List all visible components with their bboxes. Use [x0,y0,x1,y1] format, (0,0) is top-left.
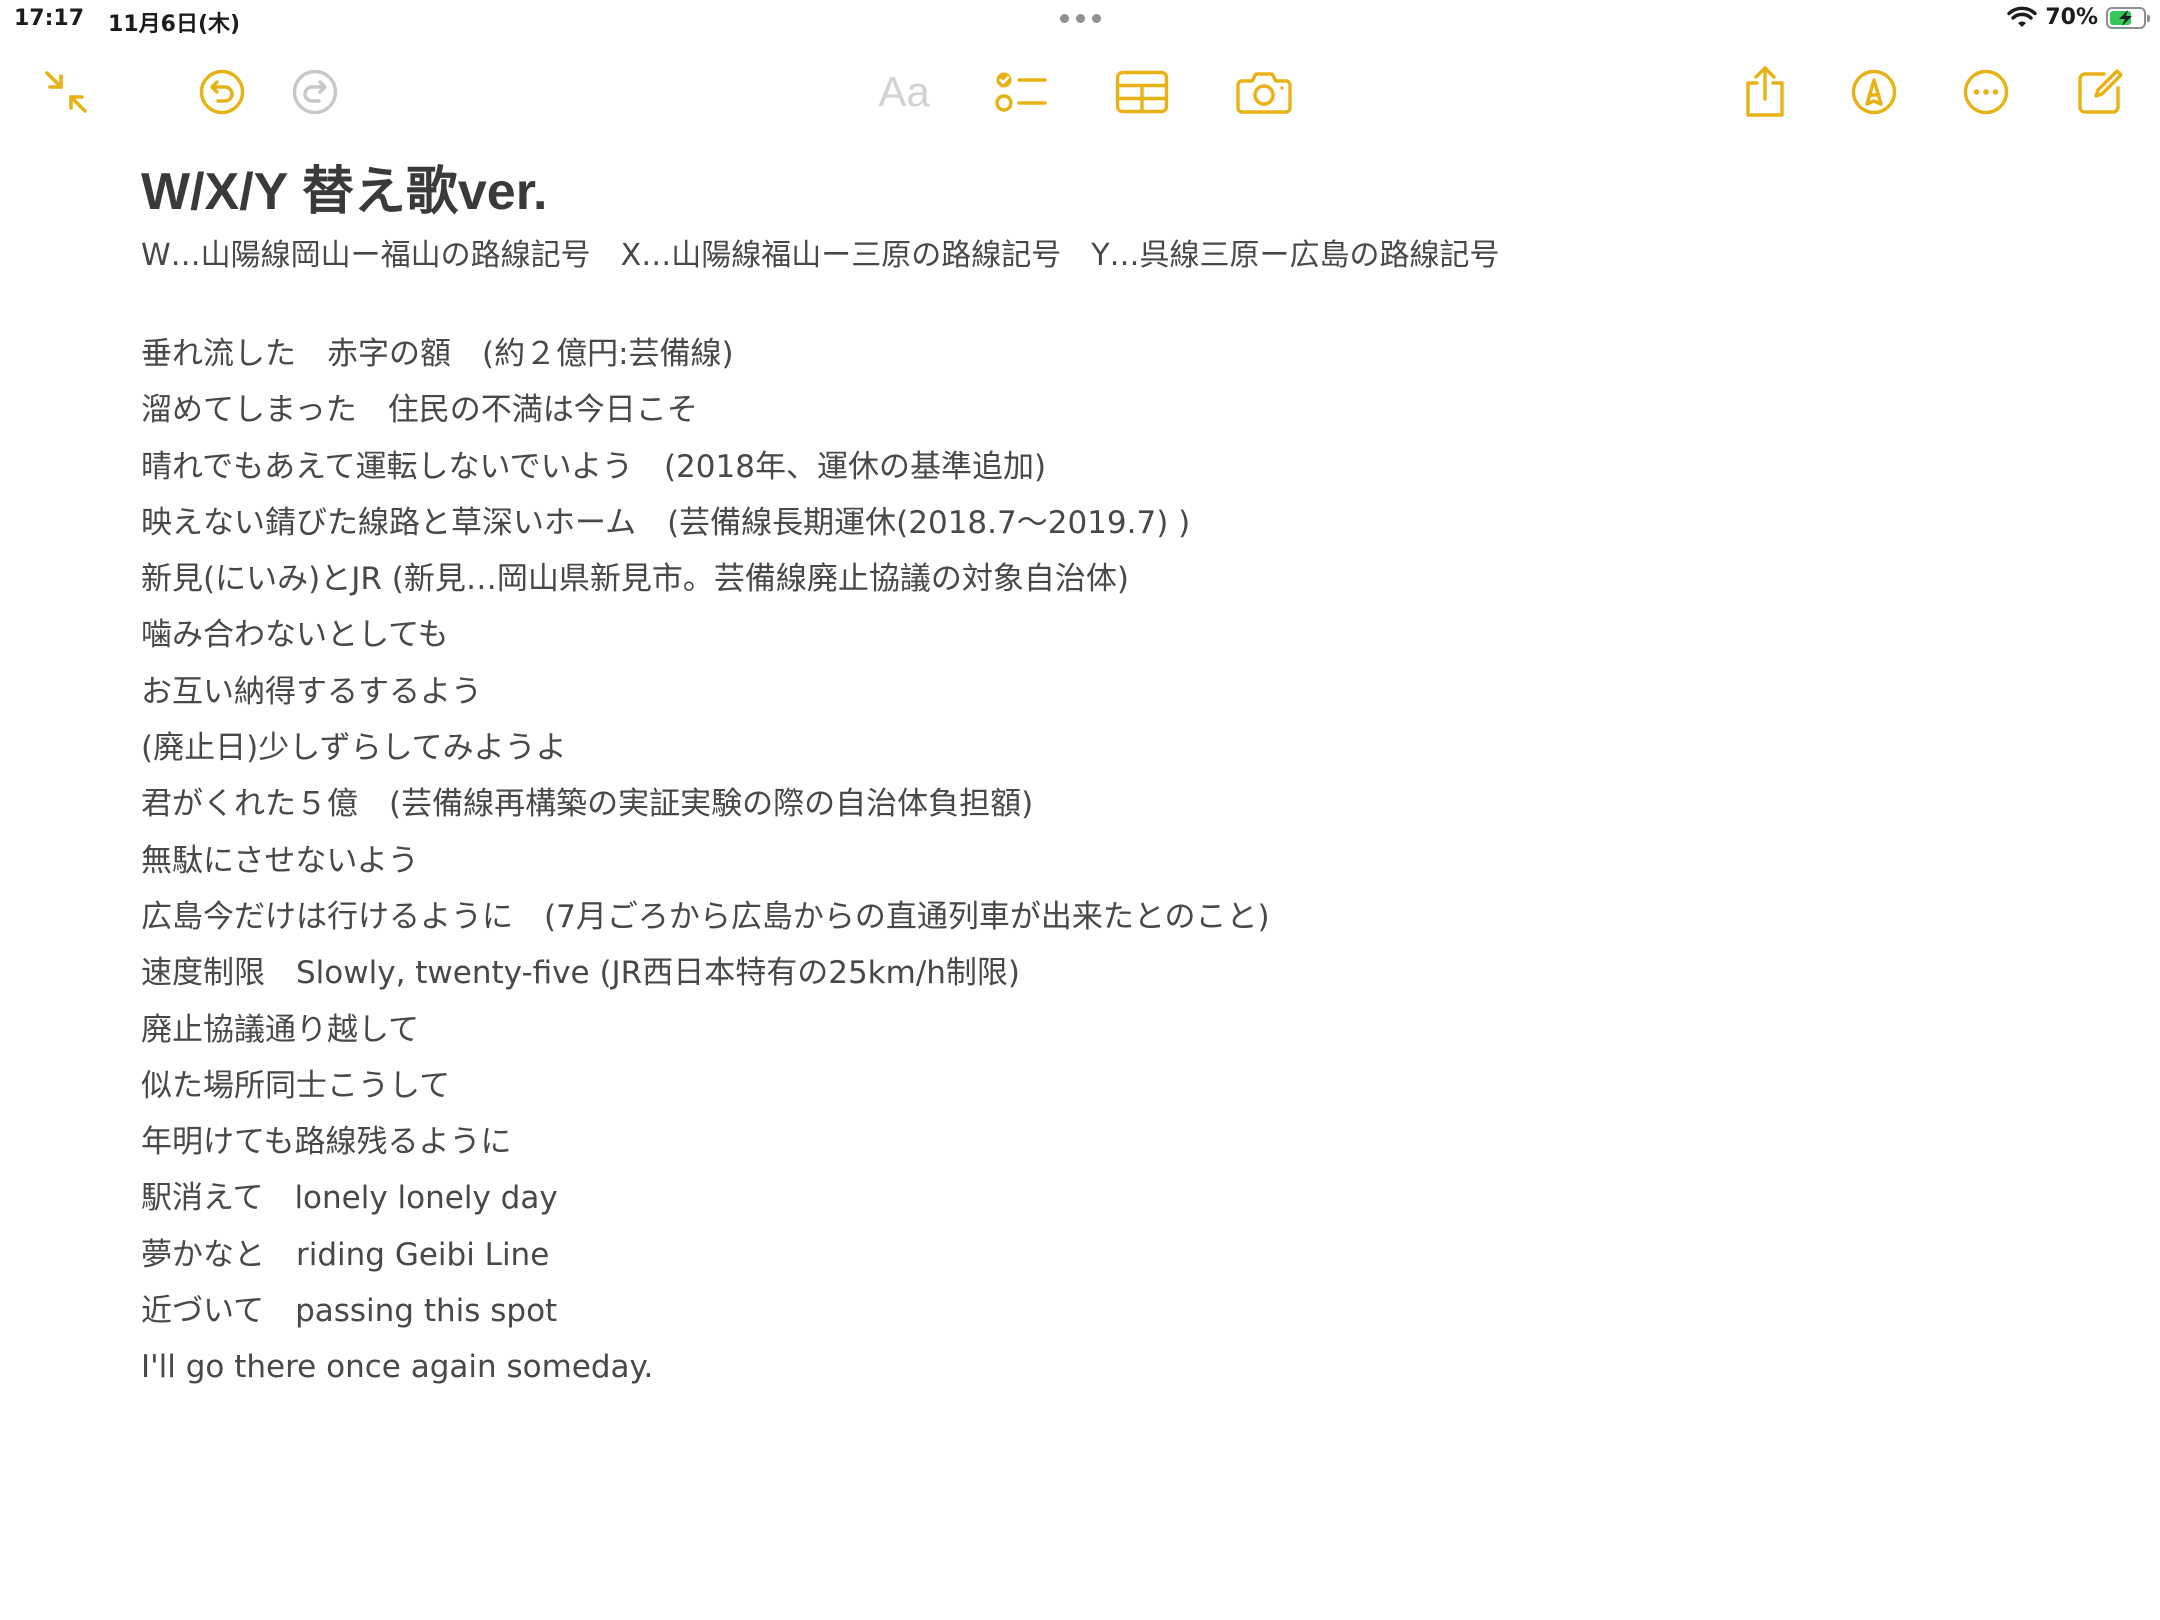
lyric-line[interactable]: 近づいて passing this spot [141,1283,2041,1339]
compose-button[interactable] [2062,54,2138,130]
dot-icon [1076,14,1085,23]
markup-button[interactable] [1836,54,1912,130]
lyric-line[interactable]: 似た場所同士こうして [141,1058,2041,1114]
undo-button[interactable] [184,54,260,130]
checklist-icon [995,72,1047,112]
lyrics-list[interactable]: 垂れ流した 赤字の額 (約２億円:芸備線) 溜めてしまった 住民の不満は今日こそ晴… [141,326,2041,1396]
dot-icon [1092,14,1101,23]
notes-toolbar: Aa [0,54,2160,130]
multitasking-menu[interactable] [1060,14,1101,23]
status-date: 11月6日(木) [108,12,241,37]
dot-icon [1060,14,1069,23]
format-button[interactable]: Aa [864,54,944,130]
lyric-line[interactable]: 溜めてしまった 住民の不満は今日こそ [141,382,2041,438]
lyric-line[interactable]: 年明けても路線残るように [141,1114,2041,1170]
lyric-line[interactable]: 広島今だけは行けるように (7月ごろから広島からの直通列車が出来たとのこと) [141,889,2041,945]
lyric-line[interactable]: 晴れでもあえて運転しないでいよう (2018年、運休の基準追加) [141,439,2041,495]
status-indicators: 70% [2007,5,2150,30]
note-body[interactable]: W/X/Y 替え歌ver. W…山陽線岡山ー福山の路線記号 X…山陽線福山ー三原… [141,160,2041,1396]
collapse-button[interactable] [28,54,104,130]
markup-icon [1851,69,1897,115]
battery-icon [2106,6,2150,29]
wifi-icon [2007,6,2038,27]
checklist-button[interactable] [984,54,1060,130]
lyric-line[interactable]: 新見(にいみ)とJR (新見…岡山県新見市。芸備線廃止協議の対象自治体) [141,551,2041,607]
lyric-line[interactable]: 映えない錆びた線路と草深いホーム (芸備線長期運休(2018.7～2019.7)… [141,495,2041,551]
compose-icon [2078,69,2123,114]
lyric-line[interactable]: (廃止日)少しずらしてみようよ [141,720,2041,776]
collapse-icon [45,71,87,113]
lyric-line[interactable]: I'll go there once again someday. [141,1339,2041,1395]
redo-icon [292,69,338,115]
note-title[interactable]: W/X/Y 替え歌ver. [141,160,2041,224]
status-time-date: 17:17 11月6日(木) [14,6,240,38]
camera-icon [1236,72,1292,114]
lyric-line[interactable]: 速度制限 Slowly, twenty-five (JR西日本特有の25km/h… [141,945,2041,1001]
redo-button[interactable] [277,54,353,130]
table-button[interactable] [1104,54,1180,130]
table-icon [1115,70,1169,114]
status-bar: 17:17 11月6日(木) 70% [0,0,2160,40]
camera-button[interactable] [1226,54,1302,130]
undo-icon [199,69,245,115]
lyric-line[interactable]: 駅消えて lonely lonely day [141,1170,2041,1226]
share-button[interactable] [1727,54,1803,130]
lyric-line[interactable]: 無駄にさせないよう [141,833,2041,889]
more-icon [1963,69,2009,115]
lyric-line[interactable]: 垂れ流した 赤字の額 (約２億円:芸備線) [141,326,2041,382]
more-button[interactable] [1948,54,2024,130]
lyric-line[interactable]: 夢かなと riding Geibi Line [141,1227,2041,1283]
battery-percent: 70% [2045,5,2098,30]
share-icon [1746,66,1784,117]
note-subtitle[interactable]: W…山陽線岡山ー福山の路線記号 X…山陽線福山ー三原の路線記号 Y…呉線三原ー広… [141,236,2041,276]
lyric-line[interactable]: 廃止協議通り越して [141,1002,2041,1058]
format-label: Aa [878,68,930,115]
lyric-line[interactable]: 君がくれた５億 (芸備線再構築の実証実験の際の自治体負担額) [141,776,2041,832]
status-time: 17:17 [14,6,85,31]
charging-bolt-icon [2119,9,2132,26]
lyric-line[interactable]: 噛み合わないとしても [141,607,2041,663]
lyric-line[interactable]: お互い納得するするよう [141,664,2041,720]
